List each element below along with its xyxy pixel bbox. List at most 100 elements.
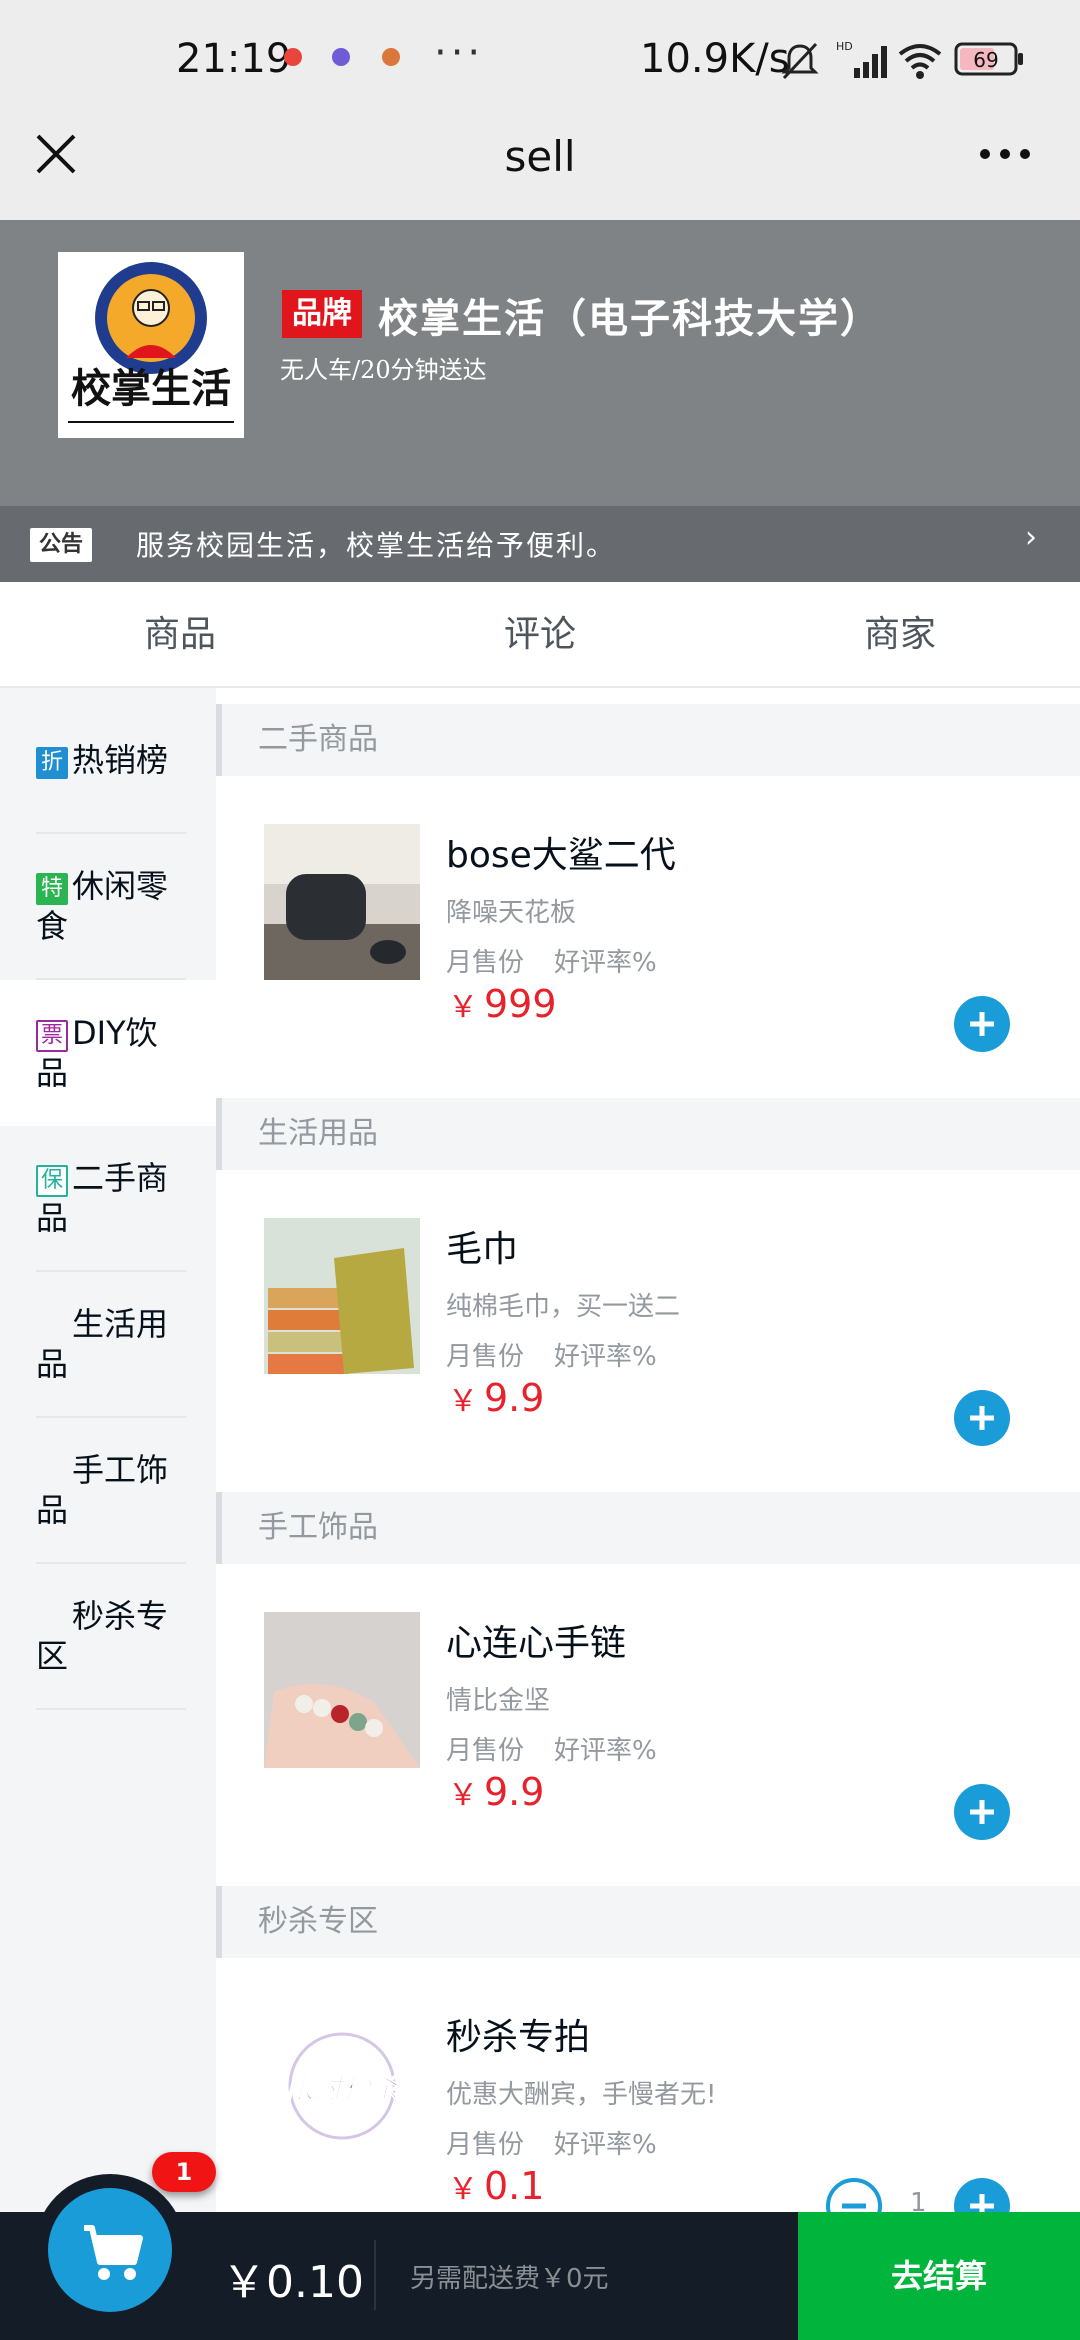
shopcart-bar: 1 ￥0.10 另需配送费￥0元 去结算	[0, 2152, 1080, 2340]
price-value: 9.9	[484, 1376, 545, 1420]
food-name: 毛巾	[446, 1229, 519, 1270]
status-bar: 21:19 ··· 10.9K/s HD 69	[0, 0, 1080, 118]
monthly-sales: 月售份	[446, 1736, 525, 1766]
shop-description: 无人车/20分钟送达	[280, 356, 487, 384]
menu-item-diy-drinks[interactable]: 票 DIY饮品	[0, 980, 216, 1126]
currency-symbol: ￥	[448, 1778, 478, 1813]
food-image	[264, 1218, 420, 1374]
cart-count-badge: 1	[152, 2152, 216, 2192]
remove-from-cart-icon[interactable]	[826, 2178, 882, 2212]
logo-text: 校掌生活	[71, 366, 231, 412]
ticket-icon: 票	[36, 1020, 68, 1052]
shopping-cart-icon	[84, 2225, 143, 2280]
food-item[interactable]: bose大鲨二代 降噪天花板 月售份 好评率% ￥ 999	[216, 776, 1080, 1082]
brand-badge: 品牌	[282, 290, 362, 338]
status-time: 21:19	[176, 36, 292, 82]
currency-symbol: ￥	[448, 2172, 478, 2207]
notice-badge: 公告	[30, 528, 92, 562]
section-title: 二手商品	[216, 704, 1080, 776]
add-to-cart-icon[interactable]	[954, 1784, 1010, 1840]
notification-app-icon	[284, 48, 302, 66]
section-title: 手工饰品	[216, 1492, 1080, 1564]
menu-item-daily[interactable]: 生活用品	[0, 1272, 216, 1418]
food-description: 优惠大酬宾，手慢者无!	[446, 2080, 717, 2110]
food-image: 限时秒杀	[264, 2006, 420, 2162]
monthly-sales: 月售份	[446, 1342, 525, 1372]
monthly-sales: 月售份	[446, 948, 525, 978]
notification-app-icon	[382, 48, 400, 66]
food-description: 纯棉毛巾，买一送二	[446, 1292, 681, 1322]
food-extra: 月售份 好评率%	[446, 2124, 657, 2161]
notification-app-icon	[332, 48, 350, 66]
currency-symbol: ￥	[448, 990, 478, 1025]
mute-bell-icon	[781, 42, 819, 80]
monthly-sales: 月售份	[446, 2130, 525, 2160]
special-icon: 特	[36, 873, 68, 905]
cart-total-price: ￥0.10	[222, 2257, 364, 2308]
food-description: 降噪天花板	[446, 898, 577, 928]
menu-item-hot[interactable]: 折热销榜	[0, 688, 216, 834]
cart-logo-wrapper[interactable]: 1	[34, 2152, 216, 2326]
tab-goods[interactable]: 商品	[0, 582, 360, 686]
signal-icon: HD	[836, 40, 887, 78]
page-title: sell	[504, 132, 576, 181]
menu-item-label: 生活用品	[36, 1305, 169, 1383]
title-bar: sell	[0, 118, 1080, 220]
network-type: HD	[836, 40, 853, 53]
tab-ratings[interactable]: 评论	[360, 582, 720, 686]
food-extra: 月售份 好评率%	[446, 1730, 657, 1767]
shop-logo: 校掌生活	[58, 252, 244, 438]
section-title: 生活用品	[216, 1098, 1080, 1170]
rating-rate: 好评率%	[554, 1736, 657, 1766]
food-name: 心连心手链	[446, 1623, 627, 1664]
add-to-cart-icon[interactable]	[954, 1390, 1010, 1446]
tab-bar: 商品 评论 商家	[0, 582, 1080, 688]
food-description: 情比金坚	[446, 1686, 551, 1716]
menu-item-secondhand[interactable]: 保二手商品	[0, 1126, 216, 1272]
checkout-button[interactable]: 去结算	[798, 2212, 1080, 2340]
food-item[interactable]: 心连心手链 情比金坚 月售份 好评率% ￥ 9.9	[216, 1564, 1080, 1870]
currency-symbol: ￥	[448, 1384, 478, 1419]
rating-rate: 好评率%	[554, 948, 657, 978]
food-price: ￥ 999	[448, 982, 557, 1026]
food-name: 秒杀专拍	[446, 2017, 591, 2058]
food-item[interactable]: 限时秒杀 秒杀专拍 优惠大酬宾，手慢者无! 月售份 好评率% ￥ 0.1 1	[216, 1958, 1080, 2212]
price-value: 999	[484, 982, 557, 1026]
foods-list[interactable]: 二手商品 bose大鲨二代 降噪天花板 月售份 好评率% ￥ 999 生活用品 毛巾…	[216, 688, 1080, 2212]
add-to-cart-icon[interactable]	[954, 2178, 1010, 2212]
item-count: 1	[910, 2188, 927, 2212]
battery-level: 69	[973, 48, 998, 72]
battery-icon: 69	[954, 42, 1023, 76]
food-price: ￥ 9.9	[448, 1376, 544, 1420]
food-name: bose大鲨二代	[446, 835, 676, 876]
shop-header: 校掌生活 品牌 校掌生活（电子科技大学） 无人车/20分钟送达 公告 服务校园生…	[0, 220, 1080, 582]
menu-item-label: 秒杀专区	[36, 1597, 169, 1675]
discount-icon: 折	[36, 747, 68, 779]
menu-item-label: 手工饰品	[36, 1451, 169, 1529]
menu-item-handmade[interactable]: 手工饰品	[0, 1418, 216, 1564]
notice-text: 服务校园生活，校掌生活给予便利。	[136, 529, 617, 562]
chevron-right-icon: ›	[1025, 520, 1037, 555]
food-extra: 月售份 好评率%	[446, 942, 657, 979]
menu-item-snacks[interactable]: 特休闲零食	[0, 834, 216, 980]
divider	[374, 2240, 376, 2310]
network-speed: 10.9K/s	[640, 36, 790, 82]
food-price: ￥ 9.9	[448, 1770, 544, 1814]
menu-item-label: 热销榜	[72, 741, 169, 779]
price-value: 0.1	[484, 2164, 545, 2208]
menu-item-flash-sale[interactable]: 秒杀专区	[0, 1564, 216, 1710]
guarantee-icon: 保	[36, 1165, 68, 1197]
delivery-fee: 另需配送费￥0元	[410, 2264, 609, 2294]
cart-button[interactable]	[48, 2188, 172, 2312]
tab-seller[interactable]: 商家	[720, 582, 1080, 686]
more-notifications-icon: ···	[434, 30, 485, 76]
more-options-icon[interactable]	[975, 128, 1035, 180]
wifi-icon	[898, 44, 942, 79]
add-to-cart-icon[interactable]	[954, 996, 1010, 1052]
food-item[interactable]: 毛巾 纯棉毛巾，买一送二 月售份 好评率% ￥ 9.9	[216, 1170, 1080, 1476]
price-value: 9.9	[484, 1770, 545, 1814]
rating-rate: 好评率%	[554, 1342, 657, 1372]
food-image-text: 限时秒杀	[286, 2072, 400, 2105]
shop-name: 校掌生活（电子科技大学）	[378, 295, 882, 342]
notice-bar[interactable]: 公告 服务校园生活，校掌生活给予便利。 ›	[0, 506, 1080, 582]
